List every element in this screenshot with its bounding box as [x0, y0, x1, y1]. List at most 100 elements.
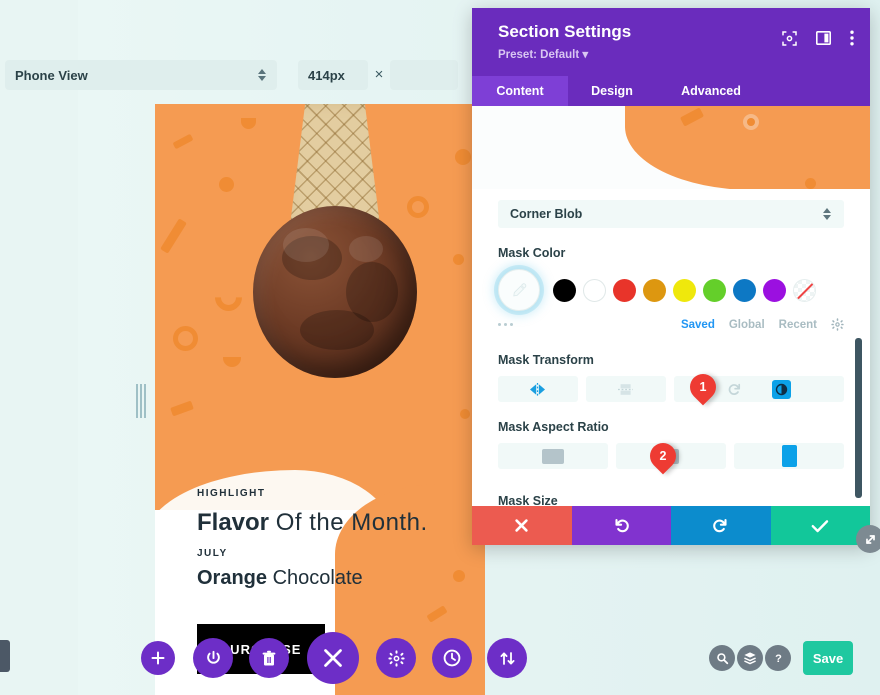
device-view-label: Phone View	[15, 67, 88, 83]
redo-button[interactable]	[671, 506, 771, 545]
search-button[interactable]	[709, 645, 735, 671]
cancel-button[interactable]	[472, 506, 572, 545]
color-tab-global[interactable]: Global	[729, 319, 765, 331]
kebab-menu-icon	[850, 30, 854, 46]
color-tab-recent[interactable]: Recent	[779, 319, 817, 331]
mask-transform-label-row: Mask Transform	[498, 353, 844, 367]
left-edge-tab[interactable]	[0, 640, 10, 672]
settings-button[interactable]	[376, 638, 416, 678]
subline-bold: Orange	[197, 567, 268, 589]
landscape-icon	[542, 448, 564, 464]
aspect-portrait-button[interactable]	[734, 443, 844, 469]
mask-color-label-row: Mask Color	[498, 246, 844, 260]
mask-style-select[interactable]: Corner Blob	[498, 200, 844, 228]
plus-icon	[151, 651, 165, 665]
eyedropper-icon	[512, 282, 526, 296]
layers-button[interactable]	[737, 645, 763, 671]
tab-content[interactable]: Content	[472, 76, 568, 106]
history-button[interactable]	[432, 638, 472, 678]
tab-advanced[interactable]: Advanced	[656, 76, 766, 106]
gear-icon	[387, 649, 405, 667]
mask-transform-label: Mask Transform	[498, 353, 594, 367]
invert-icon	[775, 383, 788, 395]
hero-image	[155, 104, 485, 534]
swatch-white[interactable]	[583, 278, 606, 302]
modal-more-menu[interactable]	[850, 30, 854, 51]
swatch-purple[interactable]	[763, 278, 786, 302]
modal-resize-handle[interactable]	[856, 525, 880, 553]
color-picker-button[interactable]	[498, 269, 540, 311]
swatch-green[interactable]	[703, 278, 726, 302]
mask-style-row: Corner Blob	[498, 200, 844, 228]
dimension-separator: ×	[374, 66, 384, 83]
callout-1: 1	[684, 368, 722, 406]
add-section-button[interactable]	[141, 641, 175, 675]
portrait-icon	[781, 445, 797, 467]
focus-target-button[interactable]	[782, 30, 797, 51]
redo-icon	[713, 519, 727, 533]
flip-vertical-icon	[618, 383, 634, 395]
flip-vertical-button[interactable]	[585, 376, 666, 402]
chevron-updown-icon	[258, 67, 267, 83]
modal-body: Corner Blob Mask Color Saved Global Rece…	[472, 106, 870, 507]
undo-icon	[615, 519, 629, 533]
modal-header: Section Settings Preset: Default ▾	[472, 8, 870, 76]
chevron-updown-icon	[823, 206, 832, 222]
tab-design[interactable]: Design	[568, 76, 656, 106]
callout-2: 2	[644, 437, 682, 475]
layers-icon	[744, 652, 756, 665]
swatch-yellow[interactable]	[673, 278, 696, 302]
swatch-red[interactable]	[613, 278, 636, 302]
flip-horizontal-button[interactable]	[498, 376, 578, 402]
updown-arrows-icon	[500, 651, 514, 665]
aspect-landscape-button[interactable]	[498, 443, 608, 469]
viewport-width-input[interactable]: 414px	[298, 60, 368, 90]
mask-aspect-ratio-label: Mask Aspect Ratio	[498, 420, 609, 434]
help-button[interactable]: ?	[765, 645, 791, 671]
svg-text:?: ?	[775, 653, 782, 665]
modal-action-bar	[472, 506, 870, 545]
search-icon	[716, 652, 728, 664]
ice-cream-cone-illustration	[233, 104, 433, 438]
swatch-blue[interactable]	[733, 278, 756, 302]
trash-icon	[262, 650, 276, 665]
headline-bold: Flavor	[197, 509, 270, 536]
viewport-height-input[interactable]	[390, 60, 458, 90]
mask-style-value: Corner Blob	[510, 207, 583, 221]
modal-tabs: Content Design Advanced	[472, 76, 870, 106]
clock-icon	[443, 649, 461, 667]
toggle-power-button[interactable]	[193, 638, 233, 678]
swatch-orange[interactable]	[643, 278, 666, 302]
panel-layout-button[interactable]	[816, 31, 831, 50]
headline-rest: Of the Month.	[275, 509, 428, 536]
undo-button[interactable]	[571, 506, 671, 545]
device-view-select[interactable]: Phone View	[5, 60, 277, 90]
color-tab-saved[interactable]: Saved	[681, 319, 715, 331]
rotate-icon[interactable]	[727, 382, 742, 397]
more-colors-icon[interactable]	[498, 323, 513, 326]
mask-color-label: Mask Color	[498, 246, 566, 260]
swatch-transparent[interactable]	[793, 278, 816, 302]
close-icon	[324, 649, 342, 667]
close-builder-button[interactable]	[307, 632, 359, 684]
sort-button[interactable]	[487, 638, 527, 678]
color-source-row: Saved Global Recent	[498, 318, 844, 331]
preview-headline: Flavor Of the Month.	[197, 509, 428, 537]
viewport-width-value: 414px	[308, 67, 345, 83]
save-page-button[interactable]: Save	[803, 641, 853, 675]
preview-subline: Orange Chocolate	[197, 567, 363, 590]
swatch-black[interactable]	[553, 278, 576, 302]
close-icon	[515, 519, 528, 532]
color-settings-gear-icon[interactable]	[831, 318, 844, 331]
mask-aspect-ratio-label-row: Mask Aspect Ratio	[498, 420, 844, 434]
modal-scrollbar[interactable]	[855, 338, 862, 498]
preview-kicker: HIGHLIGHT	[197, 488, 266, 499]
check-icon	[811, 519, 829, 532]
resize-diagonal-icon	[865, 534, 875, 544]
preview-kicker-two: JULY	[197, 548, 228, 559]
canvas-resize-handle[interactable]	[136, 384, 146, 418]
modal-header-icons	[782, 30, 854, 51]
section-settings-modal: Section Settings Preset: Default ▾ Conte…	[472, 8, 880, 553]
invert-button[interactable]	[771, 379, 791, 399]
delete-button[interactable]	[249, 638, 289, 678]
